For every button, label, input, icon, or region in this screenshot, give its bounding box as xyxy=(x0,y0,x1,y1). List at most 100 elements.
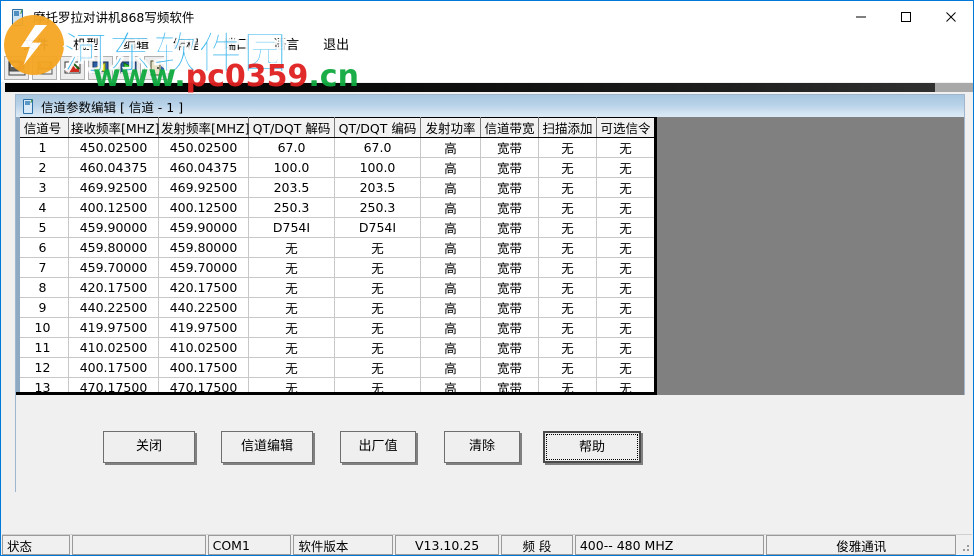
cell-ptt-id[interactable]: 关 xyxy=(655,178,658,198)
cell-channel-no[interactable]: 5 xyxy=(16,217,69,238)
menu-port[interactable]: 端口 xyxy=(223,34,249,53)
cell-qt-encode[interactable]: 无 xyxy=(334,277,421,298)
cell-ptt-id[interactable]: 关 xyxy=(655,258,658,278)
column-header-qt-encode[interactable]: QT/DQT 编码 xyxy=(334,117,421,138)
cell-channel-no[interactable]: 13 xyxy=(16,377,69,392)
cell-ptt-id[interactable]: 关 xyxy=(655,238,658,258)
toolbar-edit[interactable] xyxy=(60,56,85,80)
toolbar-write[interactable] xyxy=(116,56,141,80)
cell-ptt-id[interactable]: 关 xyxy=(655,338,658,358)
cell-bandwidth[interactable]: 宽带 xyxy=(480,297,539,318)
cell-rx-freq[interactable]: 470.17500 xyxy=(68,377,159,392)
cell-bandwidth[interactable]: 宽带 xyxy=(480,257,539,278)
table-row[interactable]: 11410.02500410.02500无无高宽带无无关 xyxy=(16,337,658,358)
table-row[interactable]: 5459.90000459.90000D754ID754I高宽带无无关 xyxy=(16,217,654,238)
cell-signaling[interactable]: 无 xyxy=(596,317,654,338)
cell-scan-add[interactable]: 无 xyxy=(538,297,597,318)
cell-tx-power[interactable]: 高 xyxy=(420,277,481,298)
cell-bandwidth[interactable]: 宽带 xyxy=(480,157,539,178)
cell-tx-power[interactable]: 高 xyxy=(420,177,481,198)
cell-rx-freq[interactable]: 460.04375 xyxy=(68,157,159,178)
cell-qt-encode[interactable]: 无 xyxy=(334,337,421,358)
cell-scan-add[interactable]: 无 xyxy=(538,177,597,198)
cell-signaling[interactable]: 无 xyxy=(596,257,654,278)
cell-rx-freq[interactable]: 469.92500 xyxy=(68,177,159,198)
cell-bandwidth[interactable]: 宽带 xyxy=(480,237,539,258)
table-row[interactable]: 10419.97500419.97500无无高宽带无无关 xyxy=(16,317,654,338)
cell-scan-add[interactable]: 无 xyxy=(538,237,597,258)
cell-scan-add[interactable]: 无 xyxy=(538,357,597,378)
cell-qt-encode[interactable]: 无 xyxy=(334,317,421,338)
cell-signaling[interactable]: 无 xyxy=(596,237,654,258)
cell-rx-freq[interactable]: 410.02500 xyxy=(68,337,159,358)
cell-signaling[interactable]: 无 xyxy=(596,337,654,358)
table-row[interactable]: 7459.70000459.70000无无高宽带无无关 xyxy=(16,257,658,278)
cell-signaling[interactable]: 无 xyxy=(596,137,654,158)
menu-model[interactable]: 机型 xyxy=(73,34,99,53)
cell-channel-no[interactable]: 9 xyxy=(16,297,69,318)
cell-scan-add[interactable]: 无 xyxy=(538,337,597,358)
cell-qt-encode[interactable]: 无 xyxy=(334,357,421,378)
cell-tx-freq[interactable]: 459.70000 xyxy=(158,257,249,278)
column-header-scan-add[interactable]: 扫描添加 xyxy=(538,117,597,138)
cell-ptt-id[interactable]: 关 xyxy=(655,358,658,378)
toolbar-open[interactable] xyxy=(4,56,29,80)
cell-qt-decode[interactable]: 无 xyxy=(248,377,335,392)
cell-ptt-id[interactable]: 关 xyxy=(655,298,658,318)
menu-program[interactable]: 编程 xyxy=(173,34,199,53)
help-button[interactable]: 帮助 xyxy=(543,431,641,463)
cell-rx-freq[interactable]: 440.22500 xyxy=(68,297,159,318)
cell-qt-decode[interactable]: D754I xyxy=(248,217,335,238)
cell-bandwidth[interactable]: 宽带 xyxy=(480,277,539,298)
cell-tx-freq[interactable]: 470.17500 xyxy=(158,377,249,392)
cell-ptt-id[interactable]: 关 xyxy=(655,158,658,178)
table-row[interactable]: 2460.04375460.04375100.0100.0高宽带无无关 xyxy=(16,157,658,178)
cell-channel-no[interactable]: 10 xyxy=(16,317,69,338)
cell-qt-decode[interactable]: 67.0 xyxy=(248,137,335,158)
cell-qt-decode[interactable]: 无 xyxy=(248,257,335,278)
cell-qt-decode[interactable]: 无 xyxy=(248,317,335,338)
menu-file[interactable]: 文件 xyxy=(23,34,49,53)
cell-tx-power[interactable]: 高 xyxy=(420,317,481,338)
cell-tx-power[interactable]: 高 xyxy=(420,237,481,258)
toolbar-save[interactable] xyxy=(32,56,57,80)
cell-rx-freq[interactable]: 459.80000 xyxy=(68,237,159,258)
column-header-rx-freq[interactable]: 接收频率[MHZ] xyxy=(68,117,160,138)
cell-rx-freq[interactable]: 459.70000 xyxy=(68,257,159,278)
cell-qt-encode[interactable]: 203.5 xyxy=(334,177,421,198)
cell-tx-power[interactable]: 高 xyxy=(420,157,481,178)
cell-qt-decode[interactable]: 无 xyxy=(248,277,335,298)
cell-rx-freq[interactable]: 419.97500 xyxy=(68,317,159,338)
cell-bandwidth[interactable]: 宽带 xyxy=(480,177,539,198)
cell-tx-freq[interactable]: 469.92500 xyxy=(158,177,249,198)
cell-tx-power[interactable]: 高 xyxy=(420,337,481,358)
cell-tx-freq[interactable]: 459.80000 xyxy=(158,237,249,258)
cell-channel-no[interactable]: 3 xyxy=(16,177,69,198)
column-header-channel-no[interactable]: 信道号 xyxy=(16,117,69,138)
column-header-tx-freq[interactable]: 发射频率[MHZ] xyxy=(158,117,250,138)
column-header-qt-decode[interactable]: QT/DQT 解码 xyxy=(248,117,335,138)
cell-tx-power[interactable]: 高 xyxy=(420,297,481,318)
cell-qt-encode[interactable]: 无 xyxy=(334,237,421,258)
cell-tx-power[interactable]: 高 xyxy=(420,357,481,378)
channel-edit-button[interactable]: 信道编辑 xyxy=(221,431,313,463)
cell-channel-no[interactable]: 2 xyxy=(16,157,69,178)
factory-reset-button[interactable]: 出厂值 xyxy=(340,431,416,463)
cell-channel-no[interactable]: 8 xyxy=(16,277,69,298)
cell-qt-decode[interactable]: 无 xyxy=(248,237,335,258)
cell-ptt-id[interactable]: 关 xyxy=(655,198,658,218)
cell-qt-encode[interactable]: 无 xyxy=(334,377,421,392)
table-row[interactable]: 13470.17500470.17500无无高宽带无无关 xyxy=(16,377,654,392)
cell-scan-add[interactable]: 无 xyxy=(538,317,597,338)
resize-grip[interactable] xyxy=(958,536,972,554)
cell-qt-decode[interactable]: 250.3 xyxy=(248,197,335,218)
column-header-bandwidth[interactable]: 信道带宽 xyxy=(480,117,539,138)
cell-rx-freq[interactable]: 400.17500 xyxy=(68,357,159,378)
channel-grid[interactable]: 信道号 接收频率[MHZ] 发射频率[MHZ] QT/DQT 解码 QT/DQT… xyxy=(16,117,657,395)
cell-tx-freq[interactable]: 400.17500 xyxy=(158,357,249,378)
cell-channel-no[interactable]: 6 xyxy=(16,237,69,258)
cell-qt-decode[interactable]: 无 xyxy=(248,357,335,378)
cell-tx-power[interactable]: 高 xyxy=(420,217,481,238)
cell-signaling[interactable]: 无 xyxy=(596,217,654,238)
cell-scan-add[interactable]: 无 xyxy=(538,157,597,178)
